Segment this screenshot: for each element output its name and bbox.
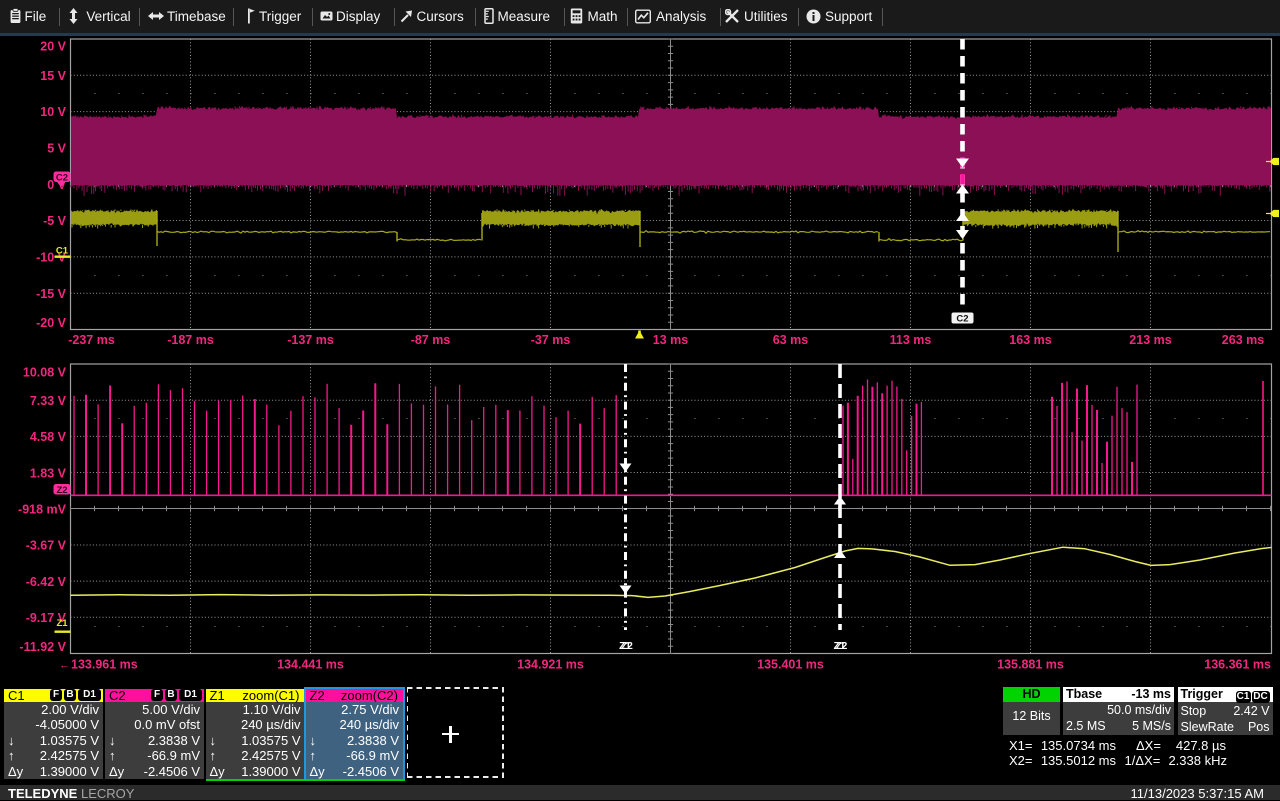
svg-text:63 ms: 63 ms bbox=[773, 333, 808, 347]
svg-text:4.58 V: 4.58 V bbox=[30, 430, 67, 444]
svg-text:-20 V: -20 V bbox=[36, 316, 67, 330]
svg-text:133.961 ms: 133.961 ms bbox=[71, 658, 138, 672]
svg-text:Z1: Z1 bbox=[56, 618, 68, 629]
svg-text:-11.92 V: -11.92 V bbox=[19, 640, 66, 654]
svg-text:20 V: 20 V bbox=[40, 40, 66, 54]
svg-text:-5 V: -5 V bbox=[43, 214, 67, 228]
svg-text:163 ms: 163 ms bbox=[1009, 333, 1051, 347]
svg-text:7.33 V: 7.33 V bbox=[30, 394, 67, 408]
svg-text:Z2: Z2 bbox=[836, 641, 848, 652]
svg-text:C1: C1 bbox=[56, 246, 69, 257]
svg-text:213 ms: 213 ms bbox=[1129, 333, 1171, 347]
svg-text:Z2: Z2 bbox=[56, 485, 67, 496]
svg-text:136.361 ms: 136.361 ms bbox=[1204, 658, 1271, 672]
svg-text:10 V: 10 V bbox=[40, 105, 66, 119]
svg-text:135.401 ms: 135.401 ms bbox=[757, 658, 824, 672]
svg-text:113 ms: 113 ms bbox=[890, 333, 932, 347]
svg-text:C2: C2 bbox=[56, 172, 68, 183]
svg-text:-87 ms: -87 ms bbox=[411, 333, 451, 347]
svg-text:13 ms: 13 ms bbox=[653, 333, 688, 347]
svg-text:-137 ms: -137 ms bbox=[287, 333, 334, 347]
svg-text:5 V: 5 V bbox=[47, 142, 66, 156]
svg-text:10.08 V: 10.08 V bbox=[23, 365, 67, 379]
svg-text:←: ← bbox=[59, 660, 70, 672]
svg-text:-918 mV: -918 mV bbox=[18, 502, 67, 516]
svg-text:1.83 V: 1.83 V bbox=[30, 466, 67, 480]
svg-text:-15 V: -15 V bbox=[36, 287, 67, 301]
svg-text:Z2: Z2 bbox=[621, 641, 633, 652]
svg-text:-187 ms: -187 ms bbox=[167, 333, 214, 347]
svg-text:-3.67 V: -3.67 V bbox=[26, 539, 67, 553]
svg-text:-237 ms: -237 ms bbox=[68, 333, 115, 347]
svg-text:C2: C2 bbox=[956, 314, 968, 325]
svg-text:-37 ms: -37 ms bbox=[531, 333, 571, 347]
svg-text:15 V: 15 V bbox=[40, 69, 66, 83]
svg-text:263 ms: 263 ms bbox=[1222, 333, 1264, 347]
svg-text:134.441 ms: 134.441 ms bbox=[277, 658, 344, 672]
svg-text:135.881 ms: 135.881 ms bbox=[997, 658, 1064, 672]
svg-text:134.921 ms: 134.921 ms bbox=[517, 658, 584, 672]
svg-text:-6.42 V: -6.42 V bbox=[26, 575, 67, 589]
